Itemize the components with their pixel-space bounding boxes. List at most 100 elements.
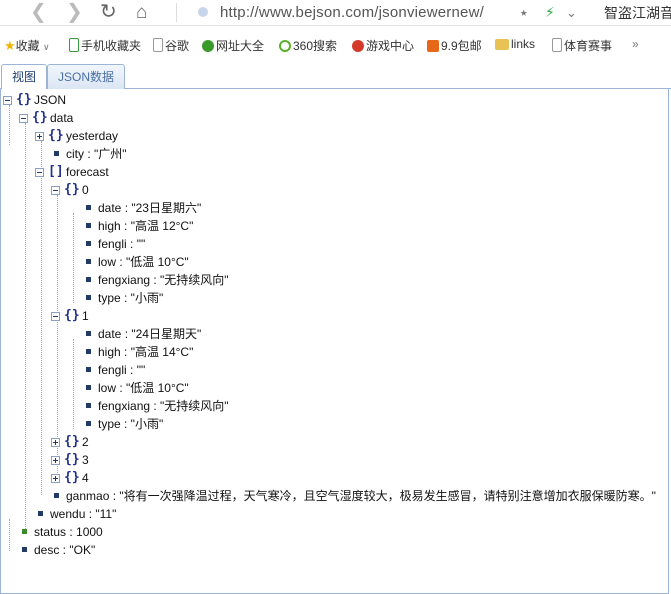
bookmark-label: links [511, 37, 536, 51]
node-label: type : "小雨" [98, 417, 164, 431]
forward-icon[interactable]: ❯ [66, 0, 83, 25]
tree-connector [9, 519, 10, 551]
expand-icon[interactable] [51, 438, 60, 447]
bookmark-label: 手机收藏夹 [81, 39, 142, 53]
bookmark-sites[interactable]: 网址大全 [202, 37, 264, 54]
tree-connector [73, 339, 74, 429]
bookmark-label: 谷歌 [165, 39, 190, 53]
node-label: 1 [82, 309, 89, 323]
node-label: 0 [82, 183, 89, 197]
node-label: fengli : "" [98, 237, 146, 251]
expand-icon[interactable] [51, 456, 60, 465]
object-icon: {} [16, 92, 32, 107]
node-label: low : "低温 10°C" [98, 381, 189, 395]
bookmark-links[interactable]: links [495, 37, 535, 51]
tree-connector [41, 141, 42, 495]
object-icon: {} [32, 110, 48, 125]
bookmark-favorites[interactable]: ★收藏 ∨ [4, 37, 50, 54]
page-icon [153, 38, 163, 52]
array-icon: [] [48, 164, 64, 179]
value-icon [86, 331, 91, 336]
divider [176, 3, 177, 22]
lightning-icon[interactable]: ⚡ [545, 0, 555, 25]
node-label: forecast [66, 165, 109, 179]
value-icon [22, 547, 27, 552]
node-label: JSON [34, 93, 67, 107]
json-tree-panel: {} JSON {} data {} yesterday city : "广州"… [0, 89, 669, 594]
folder-icon [495, 39, 509, 50]
collapse-icon[interactable] [51, 312, 60, 321]
node-label: high : "高温 12°C" [98, 219, 194, 233]
bookmark-label: 收藏 [15, 39, 40, 53]
collapse-icon[interactable] [35, 168, 44, 177]
node-label: status : 1000 [34, 525, 103, 539]
node-label: date : "24日星期天" [98, 327, 202, 341]
refresh-icon[interactable]: ↻ [100, 0, 117, 25]
collapse-icon[interactable] [3, 96, 12, 105]
object-icon: {} [64, 452, 80, 467]
node-label: 3 [82, 453, 89, 467]
value-icon [86, 295, 91, 300]
tab-view[interactable]: 视图 [1, 64, 48, 90]
site-info-icon[interactable] [198, 7, 208, 17]
value-icon [54, 493, 59, 498]
value-icon [86, 349, 91, 354]
tree-connector [25, 123, 26, 531]
back-icon[interactable]: ❮ [30, 0, 47, 25]
node-label: data [50, 111, 74, 125]
tag-icon [427, 40, 439, 52]
node-label: type : "小雨" [98, 291, 164, 305]
node-label: high : "高温 14°C" [98, 345, 194, 359]
value-icon [86, 205, 91, 210]
value-icon [54, 151, 59, 156]
bookmark-mobile[interactable]: 手机收藏夹 [69, 37, 141, 54]
home-icon[interactable]: ⌂ [136, 0, 147, 25]
address-bar: ❮ ❯ ↻ ⌂ http://www.bejson.com/jsonviewer… [0, 0, 671, 26]
number-value-icon [22, 529, 27, 534]
value-icon [86, 403, 91, 408]
share-icon[interactable]: ⭑ [520, 0, 528, 25]
news-ticker[interactable]: 智盗江湖音 [604, 3, 671, 23]
collapse-icon[interactable] [51, 186, 60, 195]
bookmark-sports[interactable]: 体育赛事 [552, 37, 612, 54]
tab-json-data[interactable]: JSON数据 [47, 64, 126, 89]
page-icon [552, 38, 562, 52]
bookmark-games[interactable]: 游戏中心 [352, 37, 414, 54]
node-label: city : "广州" [66, 147, 127, 161]
value-icon [38, 511, 43, 516]
phone-icon [69, 38, 79, 52]
game-icon [352, 40, 364, 52]
ring-icon [279, 40, 291, 52]
object-icon: {} [64, 470, 80, 485]
view-tabs: 视图 JSON数据 [0, 62, 671, 90]
collapse-icon[interactable] [19, 114, 28, 123]
object-icon: {} [64, 308, 80, 323]
chevron-down-icon[interactable]: ⌄ [566, 0, 577, 25]
node-label: 2 [82, 435, 89, 449]
bookmark-deals[interactable]: 9.9包邮 [427, 37, 482, 54]
value-icon [86, 241, 91, 246]
node-label: yesterday [66, 129, 119, 143]
bookmark-google[interactable]: 谷歌 [153, 37, 189, 54]
node-label: wendu : "11" [50, 507, 117, 521]
compass-icon [202, 40, 214, 52]
value-icon [86, 385, 91, 390]
bookmark-label: 游戏中心 [366, 39, 415, 53]
node-label: fengxiang : "无持续风向" [98, 399, 229, 413]
value-icon [86, 259, 91, 264]
expand-icon[interactable] [35, 132, 44, 141]
bookmark-label: 网址大全 [216, 39, 265, 53]
more-bookmarks-icon[interactable]: » [632, 37, 639, 51]
node-label: low : "低温 10°C" [98, 255, 189, 269]
value-icon [86, 277, 91, 282]
node-label: ganmao : "将有一次强降温过程，天气寒冷，且空气湿度较大，极易发生感冒，… [66, 489, 656, 503]
url-field[interactable]: http://www.bejson.com/jsonviewernew/ [220, 4, 484, 21]
bookmark-label: 体育赛事 [564, 39, 613, 53]
expand-icon[interactable] [51, 474, 60, 483]
tree-connector [73, 213, 74, 303]
value-icon [86, 367, 91, 372]
value-icon [86, 223, 91, 228]
tree-connector [57, 195, 58, 477]
bookmark-360search[interactable]: 360搜索 [279, 37, 337, 54]
tree-connector [9, 105, 10, 145]
